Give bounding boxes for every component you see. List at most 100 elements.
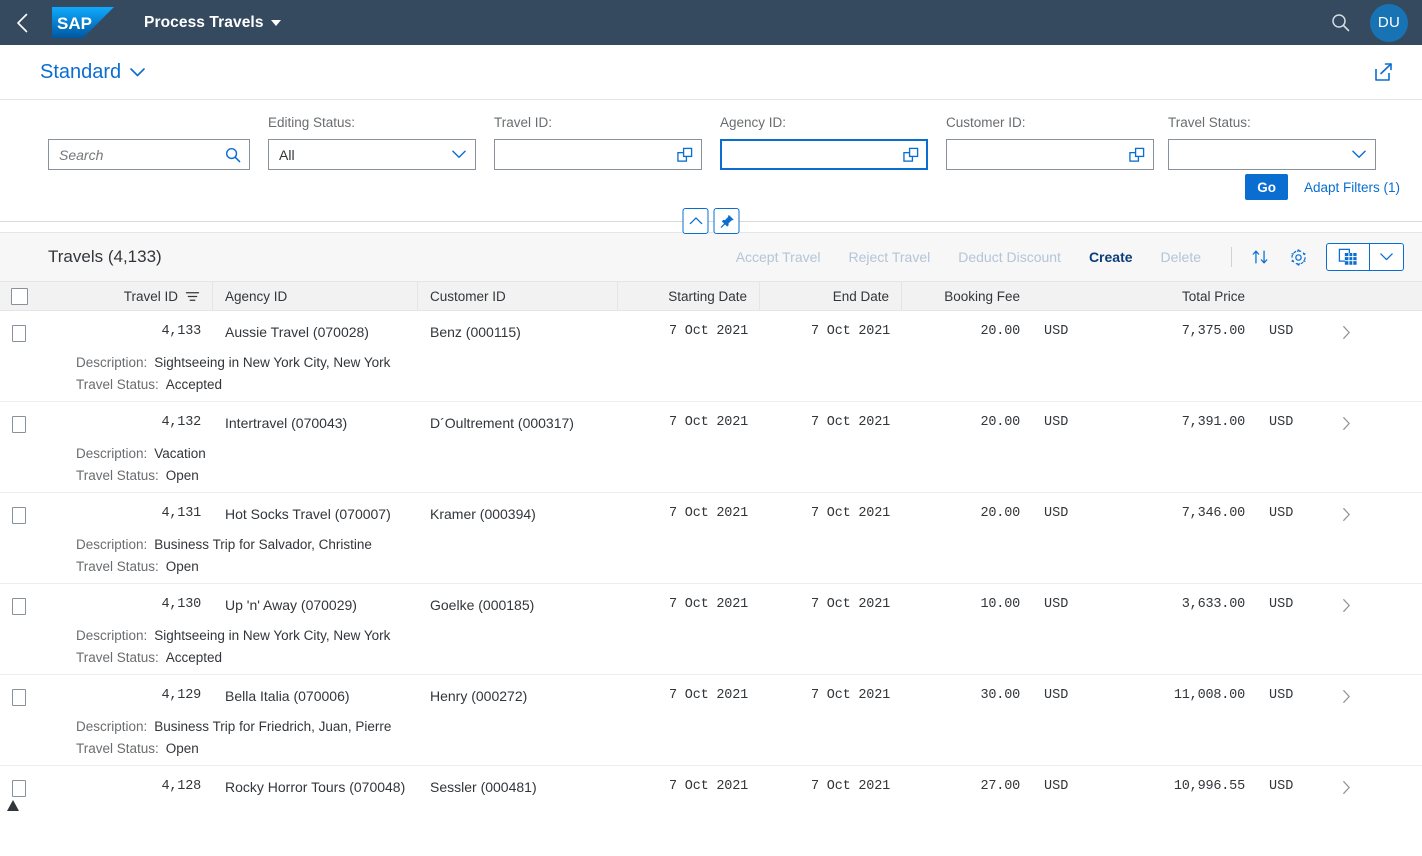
table-row[interactable]: 4,133 Aussie Travel (070028) Benz (00011… bbox=[0, 311, 1422, 402]
reject-travel-button[interactable]: Reject Travel bbox=[849, 249, 931, 265]
agency-id-input[interactable] bbox=[731, 146, 901, 163]
go-button[interactable]: Go bbox=[1245, 174, 1288, 200]
column-header-customer-id-label: Customer ID bbox=[430, 288, 506, 304]
cell-navigation[interactable] bbox=[1323, 675, 1369, 765]
row-navigate-button[interactable] bbox=[1323, 311, 1369, 340]
row-navigate-button[interactable] bbox=[1323, 493, 1369, 522]
row-checkbox[interactable] bbox=[12, 689, 26, 706]
share-button[interactable] bbox=[1366, 55, 1400, 89]
search-icon bbox=[1331, 14, 1349, 32]
value-help-icon[interactable] bbox=[1127, 145, 1147, 165]
cell-navigation[interactable] bbox=[1323, 311, 1369, 401]
column-header-customer-id[interactable]: Customer ID bbox=[418, 282, 618, 310]
row-navigate-button[interactable] bbox=[1323, 402, 1369, 431]
row-checkbox-wrap[interactable] bbox=[12, 416, 26, 433]
chevron-down-icon[interactable] bbox=[1349, 145, 1369, 165]
user-avatar[interactable]: DU bbox=[1370, 3, 1408, 42]
search-input[interactable] bbox=[59, 146, 223, 163]
table-row[interactable]: 4,131 Hot Socks Travel (070007) Kramer (… bbox=[0, 493, 1422, 584]
pin-filter-bar-button[interactable] bbox=[713, 208, 740, 234]
cell-navigation[interactable] bbox=[1323, 584, 1369, 674]
table-row[interactable]: 4,129 Bella Italia (070006) Henry (00027… bbox=[0, 675, 1422, 766]
row-navigate-button[interactable] bbox=[1323, 584, 1369, 613]
select-all-header[interactable] bbox=[0, 282, 38, 310]
cell-navigation[interactable] bbox=[1323, 766, 1369, 812]
column-header-starting-date[interactable]: Starting Date bbox=[618, 282, 760, 310]
row-select-cell[interactable] bbox=[0, 402, 38, 492]
row-checkbox-wrap[interactable] bbox=[12, 507, 26, 524]
table-row[interactable]: 4,130 Up 'n' Away (070029) Goelke (00018… bbox=[0, 584, 1422, 675]
cell-navigation[interactable] bbox=[1323, 402, 1369, 492]
variant-selector[interactable]: Standard bbox=[40, 61, 145, 84]
select-all-checkbox-wrap[interactable] bbox=[0, 287, 38, 305]
back-button[interactable] bbox=[0, 1, 44, 45]
row-select-cell[interactable] bbox=[0, 584, 38, 674]
accept-travel-button[interactable]: Accept Travel bbox=[736, 249, 821, 265]
adapt-filters-link[interactable]: Adapt Filters (1) bbox=[1304, 180, 1400, 195]
description-label: Description: bbox=[76, 355, 148, 370]
customer-id-input[interactable] bbox=[957, 146, 1127, 163]
global-search-button[interactable] bbox=[1320, 3, 1360, 43]
column-header-total-price[interactable]: Total Price bbox=[1098, 282, 1257, 310]
table-row[interactable]: 4,128 Rocky Horror Tours (070048) Sessle… bbox=[0, 766, 1422, 812]
sort-button[interactable] bbox=[1244, 242, 1276, 272]
row-select-cell[interactable] bbox=[0, 311, 38, 401]
value-help-icon[interactable] bbox=[901, 145, 921, 165]
column-header-booking-fee[interactable]: Booking Fee bbox=[902, 282, 1032, 310]
table-row[interactable]: 4,132 Intertravel (070043) D´Oultrement … bbox=[0, 402, 1422, 493]
create-button[interactable]: Create bbox=[1089, 249, 1133, 265]
travel-status-select[interactable] bbox=[1168, 139, 1376, 170]
row-navigate-button[interactable] bbox=[1323, 675, 1369, 704]
filter-field-customer-id: Customer ID: bbox=[946, 114, 1154, 170]
row-select-cell[interactable] bbox=[0, 675, 38, 765]
cell-total-price-currency: USD bbox=[1269, 688, 1294, 703]
row-checkbox-wrap[interactable] bbox=[12, 325, 26, 342]
column-header-travel-id[interactable]: Travel ID bbox=[38, 282, 213, 310]
cell-starting-date: 7 Oct 2021 bbox=[668, 597, 748, 612]
delete-button[interactable]: Delete bbox=[1161, 249, 1201, 265]
descending-sort-icon bbox=[185, 291, 200, 301]
column-header-end-date[interactable]: End Date bbox=[760, 282, 902, 310]
app-title-menu[interactable]: Process Travels bbox=[144, 14, 281, 32]
select-all-checkbox[interactable] bbox=[10, 287, 28, 305]
customer-id-input-shell[interactable] bbox=[946, 139, 1154, 170]
row-navigate-button[interactable] bbox=[1323, 766, 1369, 795]
agency-id-input-shell[interactable] bbox=[720, 139, 928, 170]
chevron-down-icon[interactable] bbox=[449, 145, 469, 165]
description-value: Vacation bbox=[154, 446, 206, 461]
table-settings-button[interactable] bbox=[1282, 242, 1314, 272]
row-checkbox[interactable] bbox=[12, 780, 26, 797]
row-checkbox-wrap[interactable] bbox=[12, 689, 26, 706]
description-value: Sightseeing in New York City, New York bbox=[154, 355, 391, 370]
row-checkbox[interactable] bbox=[12, 325, 26, 342]
description-label: Description: bbox=[76, 446, 148, 461]
app-title: Process Travels bbox=[144, 13, 264, 31]
cell-navigation[interactable] bbox=[1323, 493, 1369, 583]
cell-booking-fee-currency: USD bbox=[1044, 415, 1069, 430]
export-options-dropdown[interactable] bbox=[1370, 243, 1404, 271]
cell-booking-fee: 30.00 bbox=[980, 688, 1020, 703]
editing-status-select[interactable]: All bbox=[268, 139, 476, 170]
chevron-right-icon bbox=[1342, 417, 1350, 430]
travel-id-label: Travel ID: bbox=[494, 115, 553, 130]
row-select-cell[interactable] bbox=[0, 493, 38, 583]
row-checkbox-wrap[interactable] bbox=[12, 780, 26, 797]
column-header-agency-id[interactable]: Agency ID bbox=[213, 282, 418, 310]
row-checkbox[interactable] bbox=[12, 416, 26, 433]
deduct-discount-button[interactable]: Deduct Discount bbox=[958, 249, 1061, 265]
row-description-line: Description: Business Trip for Friedrich… bbox=[76, 719, 391, 734]
shell-header: SAP Process Travels DU bbox=[0, 0, 1422, 45]
agency-id-label: Agency ID: bbox=[720, 115, 787, 130]
search-icon[interactable] bbox=[223, 145, 243, 165]
collapse-filter-bar-button[interactable] bbox=[682, 208, 709, 234]
cell-booking-fee: 20.00 bbox=[980, 324, 1020, 339]
row-checkbox-wrap[interactable] bbox=[12, 598, 26, 615]
row-checkbox[interactable] bbox=[12, 598, 26, 615]
caret-down-icon bbox=[270, 19, 281, 26]
export-to-spreadsheet-button[interactable] bbox=[1326, 243, 1370, 271]
value-help-icon[interactable] bbox=[675, 145, 695, 165]
row-checkbox[interactable] bbox=[12, 507, 26, 524]
search-input-shell[interactable] bbox=[48, 139, 250, 170]
travel-id-input[interactable] bbox=[505, 146, 675, 163]
travel-id-input-shell[interactable] bbox=[494, 139, 702, 170]
